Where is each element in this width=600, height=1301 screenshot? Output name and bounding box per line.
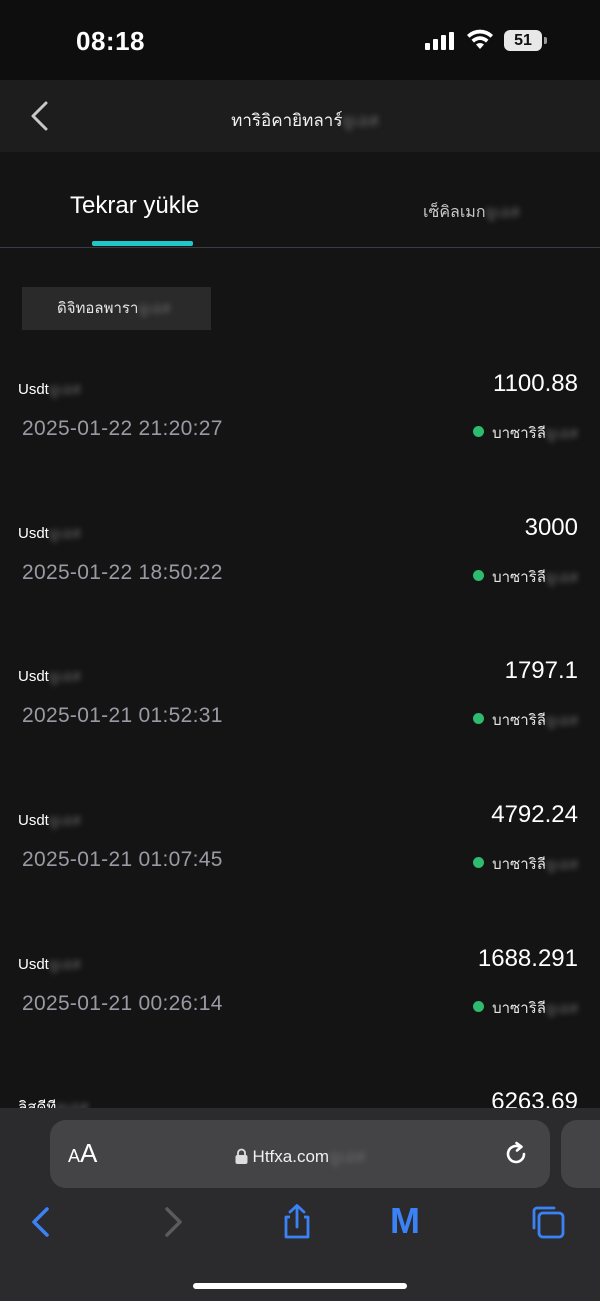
- page-title-blurred: ยูเอส: [342, 111, 379, 130]
- status-dot-icon: [473, 857, 485, 868]
- status-bar: 08:18 51: [0, 0, 600, 80]
- record-coin: Usdtยูเอส: [18, 664, 81, 688]
- record-amount: 4792.24: [491, 801, 578, 828]
- record-status-text: บาซาริลี: [492, 569, 546, 586]
- status-dot-icon: [473, 713, 485, 724]
- tab-withdraw[interactable]: เซ็คิลเมกยูเอส: [423, 200, 520, 225]
- browser-back-icon[interactable]: [24, 1204, 60, 1240]
- tabs-icon[interactable]: [530, 1204, 566, 1240]
- url-blurred: ยูเอส: [329, 1147, 366, 1166]
- active-tab-indicator: [92, 241, 193, 246]
- lock-icon: [235, 1148, 248, 1164]
- tab-bar: Tekrar yükle เซ็คิลเมกยูเอส: [0, 152, 600, 248]
- record-coin-name: Usdt: [18, 956, 49, 973]
- record-status-blurred: ยูเอส: [545, 1000, 578, 1017]
- tab-withdraw-blurred: ยูเอส: [485, 204, 520, 221]
- share-icon[interactable]: [279, 1204, 315, 1240]
- next-tab-preview[interactable]: [561, 1120, 600, 1188]
- record-timestamp: 2025-01-21 01:52:31: [22, 704, 223, 727]
- url-display[interactable]: Htfxa.comยูเอส: [50, 1143, 550, 1170]
- status-dot-icon: [473, 570, 485, 581]
- record-status-text: บาซาริลี: [492, 712, 546, 729]
- record-amount: 1797.1: [504, 657, 578, 684]
- nav-header: ทาริอิคายิทลาร์ยูเอส: [0, 80, 600, 152]
- bookmarks-icon[interactable]: M: [390, 1200, 446, 1241]
- browser-toolbar: AA Htfxa.comยูเอส M: [0, 1108, 600, 1301]
- record-timestamp: 2025-01-21 00:26:14: [22, 992, 223, 1015]
- record-coin-name: Usdt: [18, 381, 49, 398]
- status-dot-icon: [473, 426, 485, 437]
- wifi-icon: [467, 29, 493, 49]
- page-title-text: ทาริอิคายิทลาร์: [231, 111, 343, 130]
- browser-forward-icon[interactable]: [154, 1204, 190, 1240]
- tab-withdraw-label: เซ็คิลเมก: [423, 204, 486, 221]
- record-status-text: บาซาริลี: [492, 425, 546, 442]
- deposit-record[interactable]: Usdtยูเอส 1797.1 2025-01-21 01:52:31 บาซ…: [0, 657, 600, 784]
- record-timestamp: 2025-01-22 21:20:27: [22, 417, 223, 440]
- deposit-record[interactable]: Usdtยูเอส 4792.24 2025-01-21 01:07:45 บา…: [0, 801, 600, 928]
- filter-label-blurred: ยูเอส: [138, 300, 171, 317]
- record-timestamp: 2025-01-22 18:50:22: [22, 561, 223, 584]
- record-coin-blurred: ยูเอส: [48, 668, 81, 685]
- record-coin: Usdtยูเอส: [18, 521, 81, 545]
- record-status-blurred: ยูเอส: [545, 712, 578, 729]
- record-status-blurred: ยูเอส: [545, 856, 578, 873]
- record-status-blurred: ยูเอส: [545, 425, 578, 442]
- record-coin-name: Usdt: [18, 812, 49, 829]
- record-coin: Usdtยูเอส: [18, 808, 81, 832]
- record-coin-blurred: ยูเอส: [48, 812, 81, 829]
- record-status: บาซาริลียูเอส: [473, 708, 578, 732]
- record-status-blurred: ยูเอส: [545, 569, 578, 586]
- bookmarks-letter: M: [390, 1200, 420, 1241]
- tab-reload[interactable]: Tekrar yükle: [70, 192, 199, 220]
- record-coin-blurred: ยูเอส: [48, 525, 81, 542]
- cellular-signal-icon: [425, 32, 457, 50]
- status-dot-icon: [473, 1001, 485, 1012]
- url-text: Htfxa.com: [252, 1147, 330, 1166]
- record-status: บาซาริลียูเอส: [473, 852, 578, 876]
- record-status-text: บาซาริลี: [492, 856, 546, 873]
- record-timestamp: 2025-01-21 01:07:45: [22, 848, 223, 871]
- record-coin-name: Usdt: [18, 525, 49, 542]
- record-amount: 3000: [524, 514, 578, 541]
- address-bar[interactable]: AA Htfxa.comยูเอส: [50, 1120, 550, 1188]
- home-indicator[interactable]: [193, 1283, 407, 1289]
- record-coin-blurred: ยูเอส: [48, 381, 81, 398]
- currency-filter-button[interactable]: ดิจิทอลพารายูเอส: [22, 287, 211, 330]
- battery-icon: 51: [504, 30, 542, 51]
- record-status-text: บาซาริลี: [492, 1000, 546, 1017]
- record-amount: 1688.291: [477, 945, 578, 972]
- record-status: บาซาริลียูเอส: [473, 996, 578, 1020]
- record-coin: Usdtยูเอส: [18, 377, 81, 401]
- record-coin: Usdtยูเอส: [18, 952, 81, 976]
- status-time: 08:18: [76, 26, 145, 56]
- page-title: ทาริอิคายิทลาร์ยูเอส: [0, 107, 600, 134]
- filter-label: ดิจิทอลพารา: [57, 300, 139, 317]
- record-status: บาซาริลียูเอส: [473, 421, 578, 445]
- reload-icon[interactable]: [502, 1140, 530, 1168]
- deposit-record[interactable]: Usdtยูเอส 1100.88 2025-01-22 21:20:27 บา…: [0, 370, 600, 497]
- record-amount: 1100.88: [493, 370, 578, 397]
- record-coin-blurred: ยูเอส: [48, 956, 81, 973]
- deposit-record[interactable]: Usdtยูเอส 1688.291 2025-01-21 00:26:14 บ…: [0, 945, 600, 1072]
- record-coin-name: Usdt: [18, 668, 49, 685]
- record-status: บาซาริลียูเอส: [473, 565, 578, 589]
- deposit-record[interactable]: Usdtยูเอส 3000 2025-01-22 18:50:22 บาซาร…: [0, 514, 600, 641]
- battery-tip: [544, 37, 547, 44]
